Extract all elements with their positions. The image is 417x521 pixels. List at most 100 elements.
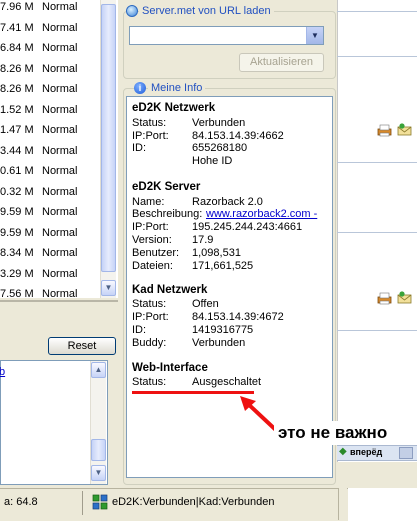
chevron-down-icon[interactable]: ▼ [306,27,323,44]
info-value: 655268180 [192,142,248,154]
file-size: 9.59 M [0,226,34,239]
info-label: Status: [132,117,167,129]
info-label: Status: [132,376,167,388]
info-value: Hohe ID [192,155,233,167]
description-value[interactable]: www.razorback2.com - [206,208,317,220]
list-item[interactable]: 7.41 M Normal [0,19,100,39]
file-size: 1.47 M [0,124,34,136]
network-status-icon [92,494,108,510]
server-met-url-combo[interactable]: ▼ [129,26,324,45]
priority: Normal [42,62,78,75]
file-size: 8.26 M [0,62,34,75]
forward-toolbar: ◆ вперёд [337,445,417,461]
speed-text: a: 64.8 [4,496,38,508]
priority: Normal [42,124,78,136]
info-value: 171,661,525 [192,260,254,272]
mail-icon[interactable] [397,123,412,136]
my-info-title: Meine Info [148,82,206,94]
info-value: Offen [192,298,219,310]
list-item[interactable]: 3.29 M Normal [0,265,100,285]
toolbar-button[interactable] [399,447,413,459]
print-icon[interactable] [377,124,392,137]
info-label: Status: [132,298,167,310]
web-interface-title: Web-Interface [132,362,208,374]
priority: Normal [42,1,78,13]
file-size: 8.26 M [0,83,34,95]
scroll-down-button[interactable]: ▼ [101,280,116,296]
status-divider [82,491,83,515]
ed2k-network-title: eD2K Netzwerk [132,102,216,114]
info-value: 1,098,531 [192,247,241,259]
server-list-scrollbar[interactable]: ▼ [100,0,116,298]
file-size: 3.29 M [0,267,34,280]
annotation-text: это не важно [274,421,392,445]
list-item[interactable]: 8.26 M Normal [0,60,100,80]
print-icon[interactable] [377,292,392,305]
priority: Normal [42,185,78,198]
forward-button[interactable]: вперёд [350,447,382,457]
priority: Normal [42,267,78,280]
scroll-down-button[interactable]: ▼ [91,465,106,481]
divider-line [337,56,417,57]
info-label: Beschreibung: [132,208,203,220]
info-label: ID: [132,324,147,336]
file-size: 9.59 M [0,206,34,218]
priority: Normal [42,226,78,239]
info-label: Buddy: [132,337,167,349]
info-label: IP:Port: [132,130,169,142]
size-grip[interactable] [338,488,347,520]
priority: Normal [42,83,78,95]
kad-network-title: Kad Netzwerk [132,284,208,296]
info-label: ID: [132,142,147,154]
info-value: Verbunden [192,337,246,349]
panel-divider [0,300,118,302]
file-size: 7.96 M [0,1,34,13]
info-value: 195.245.244.243:4661 [192,221,303,233]
file-size: 6.84 M [0,42,34,54]
server-list-scroll-thumb[interactable] [101,4,116,272]
forward-arrow-icon: ◆ [339,446,347,457]
ed2k-server-title: eD2K Server [132,181,201,193]
info-label: Name: [132,196,165,208]
info-label: IP:Port: [132,311,169,323]
list-item[interactable]: 9.59 M Normal [0,224,100,244]
info-icon: i [134,82,146,94]
info-value: 17.9 [192,234,214,246]
globe-icon [126,5,138,17]
file-size: 3.44 M [0,144,34,157]
list-item[interactable]: 3.44 M Normal [0,142,100,162]
info-value: 84.153.14.39:4672 [192,311,284,323]
list-item[interactable]: 1.47 M Normal [0,121,100,141]
file-size: 0.32 M [0,185,34,198]
priority: Normal [42,42,78,54]
info-label: Benutzer: [132,247,180,259]
refresh-button[interactable]: Aktualisieren [239,53,324,72]
reset-button[interactable]: Reset [48,337,116,355]
info-value: 1419316775 [192,324,254,336]
log-scrollbar[interactable]: ▲ ▼ [90,361,106,484]
list-item[interactable]: 1.52 M Normal [0,101,100,121]
scroll-up-button[interactable]: ▲ [91,362,106,378]
info-value: 84.153.14.39:4662 [192,130,284,142]
priority: Normal [42,247,78,259]
log-link[interactable]: b [0,366,5,378]
server-description-link[interactable]: www.razorback2.com - [206,208,317,220]
divider-line [337,11,417,12]
divider-line [337,232,417,233]
divider-line [337,162,417,163]
list-item[interactable]: 9.59 M Normal [0,203,100,223]
list-item[interactable]: 0.61 M Normal [0,162,100,182]
info-label: Version: [132,234,172,246]
list-item[interactable]: 8.34 M Normal [0,244,100,264]
divider-line [337,330,417,331]
priority: Normal [42,165,78,177]
info-label: IP:Port: [132,221,169,233]
list-item[interactable]: 8.26 M Normal [0,80,100,100]
priority: Normal [42,206,78,218]
priority: Normal [42,144,78,157]
list-item[interactable]: 7.96 M Normal [0,0,100,18]
log-scroll-thumb[interactable] [91,439,106,461]
mail-icon[interactable] [397,291,412,304]
list-item[interactable]: 6.84 M Normal [0,39,100,59]
list-item[interactable]: 0.32 M Normal [0,183,100,203]
